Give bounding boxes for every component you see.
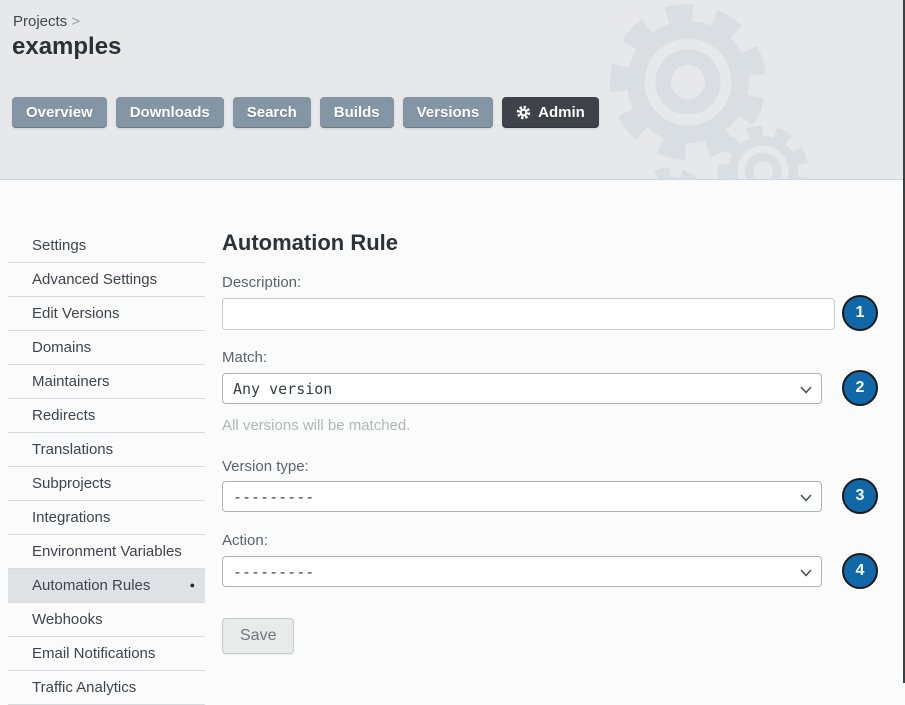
description-label: Description: — [222, 274, 882, 292]
sidebar-item-label: Maintainers — [32, 373, 110, 390]
sidebar-item-traffic-analytics[interactable]: Traffic Analytics — [8, 671, 205, 705]
sidebar-item-redirects[interactable]: Redirects — [8, 399, 205, 433]
tab-overview[interactable]: Overview — [12, 97, 107, 128]
active-item-bullet-icon: ● — [190, 581, 195, 590]
sidebar-item-webhooks[interactable]: Webhooks — [8, 603, 205, 637]
sidebar-item-label: Redirects — [32, 407, 95, 424]
sidebar-item-label: Edit Versions — [32, 305, 120, 322]
match-select[interactable]: Any version — [222, 373, 822, 404]
sidebar-item-settings[interactable]: Settings — [8, 229, 205, 263]
sidebar-item-automation-rules[interactable]: Automation Rules ● — [8, 569, 205, 603]
sidebar-item-integrations[interactable]: Integrations — [8, 501, 205, 535]
sidebar-item-environment-variables[interactable]: Environment Variables — [8, 535, 205, 569]
sidebar-item-edit-versions[interactable]: Edit Versions — [8, 297, 205, 331]
version-type-select[interactable]: --------- — [222, 481, 822, 512]
gear-decoration-medium-icon — [718, 126, 808, 179]
annotation-badge-4: 4 — [842, 553, 878, 589]
sidebar-item-label: Integrations — [32, 509, 110, 526]
sidebar-item-maintainers[interactable]: Maintainers — [8, 365, 205, 399]
match-select-value: Any version — [233, 380, 332, 398]
chevron-down-icon — [800, 569, 812, 577]
sidebar-item-label: Environment Variables — [32, 543, 182, 560]
action-label: Action: — [222, 532, 882, 550]
admin-sidebar: Settings Advanced Settings Edit Versions… — [8, 229, 205, 705]
sidebar-item-label: Translations — [32, 441, 113, 458]
gear-decoration — [0, 0, 905, 179]
sidebar-item-translations[interactable]: Translations — [8, 433, 205, 467]
breadcrumb-separator: > — [71, 13, 80, 30]
sidebar-item-label: Webhooks — [32, 611, 103, 628]
gear-icon — [516, 105, 531, 120]
gear-decoration-small-icon — [628, 163, 713, 179]
sidebar-item-subprojects[interactable]: Subprojects — [8, 467, 205, 501]
breadcrumb-projects-link[interactable]: Projects — [13, 13, 67, 30]
description-input[interactable] — [222, 298, 835, 330]
sidebar-item-label: Subprojects — [32, 475, 111, 492]
match-label: Match: — [222, 349, 882, 367]
tab-versions[interactable]: Versions — [403, 97, 494, 128]
tab-builds[interactable]: Builds — [320, 97, 394, 128]
tab-admin-label: Admin — [538, 104, 585, 121]
sidebar-item-label: Advanced Settings — [32, 271, 157, 288]
gear-decoration-large-icon — [606, 0, 770, 164]
sidebar-item-label: Settings — [32, 237, 86, 254]
action-select[interactable]: --------- — [222, 556, 822, 587]
sidebar-item-domains[interactable]: Domains — [8, 331, 205, 365]
chevron-down-icon — [800, 494, 812, 502]
chevron-down-icon — [800, 386, 812, 394]
annotation-badge-2: 2 — [842, 370, 878, 406]
version-type-select-value: --------- — [233, 488, 314, 506]
sidebar-item-email-notifications[interactable]: Email Notifications — [8, 637, 205, 671]
page-title: examples — [12, 33, 121, 61]
project-nav: Overview Downloads Search Builds Version… — [12, 97, 599, 128]
tab-downloads[interactable]: Downloads — [116, 97, 224, 128]
save-button[interactable]: Save — [222, 618, 294, 654]
sidebar-item-label: Traffic Analytics — [32, 679, 136, 696]
tab-search[interactable]: Search — [233, 97, 311, 128]
tab-admin[interactable]: Admin — [502, 97, 599, 128]
match-help-text: All versions will be matched. — [222, 417, 882, 435]
sidebar-item-label: Domains — [32, 339, 91, 356]
automation-rule-form: Automation Rule Description: 1 Match: An… — [222, 230, 882, 654]
breadcrumb: Projects> — [13, 13, 80, 30]
annotation-badge-3: 3 — [842, 478, 878, 514]
project-header: Projects> examples Overview Downloads Se… — [0, 0, 905, 180]
sidebar-item-label: Email Notifications — [32, 645, 155, 662]
sidebar-item-advanced-settings[interactable]: Advanced Settings — [8, 263, 205, 297]
annotation-badge-1: 1 — [842, 295, 878, 331]
form-title: Automation Rule — [222, 230, 882, 256]
action-select-value: --------- — [233, 563, 314, 581]
version-type-label: Version type: — [222, 458, 882, 476]
sidebar-item-label: Automation Rules — [32, 577, 150, 594]
